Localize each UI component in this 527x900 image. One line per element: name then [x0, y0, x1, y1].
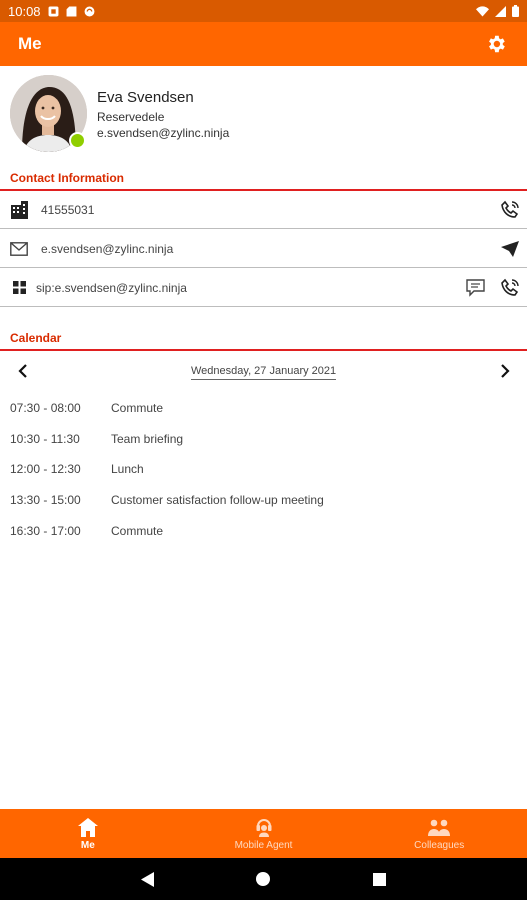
profile-header: Eva Svendsen Reservedele e.svendsen@zyli… [10, 75, 510, 155]
settings-button[interactable] [483, 31, 509, 57]
event-title: Commute [111, 524, 164, 538]
calendar-date[interactable]: Wednesday, 27 January 2021 [191, 365, 337, 380]
calendar-section-divider [0, 349, 527, 351]
send-email-button[interactable] [499, 238, 521, 260]
signal-icon [495, 5, 506, 17]
call-phone-button[interactable] [499, 199, 521, 221]
status-right [476, 5, 519, 17]
phone-call-icon [501, 278, 519, 296]
event-title: Team briefing [111, 432, 184, 446]
profile-email: e.svendsen@zylinc.ninja [97, 126, 230, 140]
phone-call-icon [501, 200, 519, 218]
back-button[interactable] [136, 867, 160, 891]
home-button[interactable] [251, 867, 275, 891]
calendar-event[interactable]: 13:30 - 15:00 Customer satisfaction foll… [10, 493, 510, 513]
contact-phone: 41555031 [41, 202, 95, 217]
home-circle-icon [256, 872, 271, 886]
profile-department: Reservedele [97, 110, 165, 124]
event-title: Lunch [111, 462, 144, 476]
nav-item-colleagues[interactable]: Colleagues [351, 809, 527, 858]
status-time: 10:08 [8, 3, 41, 19]
contact-section-title: Contact Information [10, 171, 124, 185]
event-time: 10:30 - 11:30 [10, 432, 80, 446]
chevron-left-icon [18, 364, 27, 378]
contact-row-sip[interactable]: sip:e.svendsen@zylinc.ninja [0, 269, 527, 307]
previous-day-button[interactable] [12, 360, 34, 382]
calendar-event[interactable]: 07:30 - 08:00 Commute [10, 401, 510, 421]
gear-icon [489, 35, 505, 53]
notification-icon [48, 6, 58, 16]
event-time: 07:30 - 08:00 [10, 401, 81, 415]
envelope-icon [10, 240, 28, 258]
system-nav-bar [0, 858, 527, 900]
headset-icon [253, 816, 275, 838]
nav-label-me: Me [80, 840, 95, 851]
next-day-button[interactable] [494, 360, 516, 382]
chat-button[interactable] [464, 277, 486, 299]
calendar-nav: Wednesday, 27 January 2021 [0, 358, 527, 386]
calendar-event[interactable]: 16:30 - 17:00 Commute [10, 524, 510, 544]
people-icon [428, 816, 451, 838]
status-bar: 10:08 [0, 0, 527, 22]
grid-icon [10, 279, 28, 297]
chevron-right-icon [501, 364, 510, 378]
contact-sip: sip:e.svendsen@zylinc.ninja [36, 280, 187, 295]
profile-name: Eva Svendsen [97, 89, 194, 106]
presence-indicator [69, 132, 86, 149]
contact-row-phone[interactable]: 41555031 [0, 191, 527, 229]
nav-label-colleagues: Colleagues [414, 840, 465, 851]
back-triangle-icon [141, 871, 155, 887]
bottom-nav: Me Mobile Agent Colleagues [0, 809, 527, 858]
battery-icon [512, 5, 519, 17]
recents-square-icon [372, 872, 386, 886]
sync-icon [84, 6, 94, 16]
event-time: 16:30 - 17:00 [10, 524, 81, 538]
contact-row-email[interactable]: e.svendsen@zylinc.ninja [0, 230, 527, 268]
calendar-event[interactable]: 12:00 - 12:30 Lunch [10, 462, 510, 482]
event-title: Commute [111, 401, 164, 415]
calendar-section-title: Calendar [10, 331, 62, 345]
recents-button[interactable] [367, 867, 391, 891]
calendar-event[interactable]: 10:30 - 11:30 Team briefing [10, 432, 510, 452]
send-icon [501, 240, 519, 257]
event-title: Customer satisfaction follow-up meeting [111, 493, 324, 507]
call-sip-button[interactable] [499, 277, 521, 299]
home-icon [77, 816, 99, 838]
nav-label-mobile-agent: Mobile Agent [234, 840, 293, 851]
contact-email: e.svendsen@zylinc.ninja [41, 241, 174, 256]
event-time: 12:00 - 12:30 [10, 462, 81, 476]
page-title: Me [18, 34, 42, 53]
wifi-icon [476, 5, 489, 16]
nav-item-me[interactable]: Me [0, 809, 176, 858]
nav-item-mobile-agent[interactable]: Mobile Agent [176, 809, 352, 858]
building-icon [10, 200, 28, 219]
event-time: 13:30 - 15:00 [10, 493, 81, 507]
status-left: 10:08 [8, 4, 95, 19]
app-bar: Me [0, 22, 527, 66]
sd-card-icon [66, 6, 76, 16]
chat-icon [465, 278, 485, 297]
